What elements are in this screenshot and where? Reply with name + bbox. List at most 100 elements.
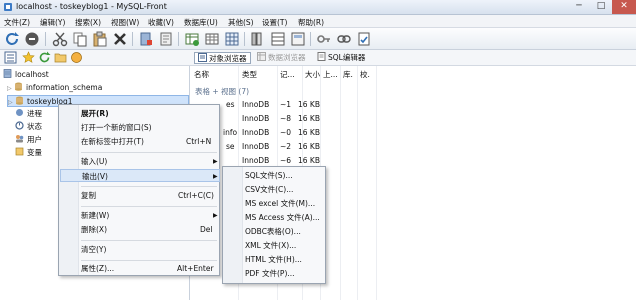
column-header-collation[interactable]: 校.	[360, 69, 370, 80]
tab-object-browser[interactable]: 对象浏览器	[194, 52, 251, 64]
tree-node-processes[interactable]: 进程	[15, 108, 42, 120]
menu-settings[interactable]: 设置(T)	[262, 17, 287, 28]
database-properties-icon[interactable]	[158, 31, 174, 47]
menu-item-label: HTML 文件(H)...	[245, 255, 302, 264]
menu-view[interactable]: 视图(W)	[111, 17, 139, 28]
table-row[interactable]: se InnoDB ~2 16 KB	[190, 142, 390, 154]
menu-help[interactable]: 帮助(R)	[298, 17, 324, 28]
group-header[interactable]: 表格 + 视图 (7)	[195, 86, 249, 97]
menu-item-export[interactable]: 输出(V) ▶	[60, 169, 220, 182]
tree-node-information-schema[interactable]: ▷ information_schema	[7, 82, 102, 94]
menu-item-label: 属性(Z)...	[81, 264, 115, 273]
folder-icon[interactable]	[54, 51, 67, 64]
close-button[interactable]: ✕	[612, 0, 636, 14]
expand-arrow-icon[interactable]: ▷	[8, 99, 15, 106]
link-icon[interactable]	[336, 31, 352, 47]
menu-item-new[interactable]: 新建(W) ▶	[60, 209, 220, 222]
expand-arrow-icon[interactable]: ▷	[7, 85, 14, 92]
export-pdf-file[interactable]: PDF 文件(P)...	[224, 267, 326, 280]
menu-item-label: 展开(R)	[81, 109, 109, 118]
hierarchy-icon[interactable]	[4, 51, 17, 64]
database-icon[interactable]	[138, 31, 154, 47]
favorite-icon[interactable]	[70, 51, 83, 64]
tree-node-label: 进程	[27, 109, 42, 118]
row-type: InnoDB	[242, 142, 270, 151]
menu-favorites[interactable]: 收藏(V)	[148, 17, 174, 28]
export-access-file[interactable]: MS Access 文件(A)...	[224, 211, 326, 224]
menu-separator	[81, 186, 217, 187]
rows-icon[interactable]	[270, 31, 286, 47]
menu-item-label: 复制	[81, 191, 96, 200]
table-add-icon[interactable]	[184, 31, 200, 47]
menu-item-label: 输出(V)	[82, 172, 108, 181]
copy-icon[interactable]	[72, 31, 88, 47]
menu-item-empty[interactable]: 清空(Y)	[60, 243, 220, 256]
menu-item-label: 打开一个新的窗口(S)	[81, 123, 152, 132]
tree-node-label: 状态	[27, 122, 42, 131]
column-header-engine[interactable]: 库.	[343, 69, 353, 80]
grid-icon[interactable]	[224, 31, 240, 47]
export-csv-file[interactable]: CSV文件(C)...	[224, 183, 326, 196]
export-html-file[interactable]: HTML 文件(H)...	[224, 253, 326, 266]
table-icon[interactable]	[204, 31, 220, 47]
table-row[interactable]: es InnoDB ~1 16 KB	[190, 100, 390, 112]
row-type: InnoDB	[242, 114, 270, 123]
server-icon	[3, 69, 12, 78]
menu-other[interactable]: 其他(S)	[228, 17, 254, 28]
refresh-icon[interactable]	[4, 31, 20, 47]
tree-node-label: information_schema	[26, 83, 103, 92]
column-header-type[interactable]: 类型	[242, 69, 257, 80]
menu-item-copy[interactable]: 复制 Ctrl+C(C)	[60, 189, 220, 202]
column-header-updated[interactable]: 上...	[323, 69, 338, 80]
menu-database[interactable]: 数据库(U)	[184, 17, 218, 28]
menu-item-properties[interactable]: 属性(Z)... Alt+Enter	[60, 262, 220, 275]
edit-icon[interactable]	[356, 31, 372, 47]
menu-item-import[interactable]: 输入(U) ▶	[60, 155, 220, 168]
tree-node-localhost[interactable]: localhost	[3, 69, 49, 81]
stop-icon[interactable]	[24, 31, 40, 47]
table-row[interactable]: info InnoDB ~0 16 KB	[190, 128, 390, 140]
menu-item-expand[interactable]: 展开(R)	[60, 107, 220, 120]
menu-item-open-new-tab[interactable]: 在新标签中打开(T) Ctrl+N	[60, 135, 220, 148]
table-row[interactable]: InnoDB ~8 16 KB	[190, 114, 390, 126]
tree-node-users[interactable]: 用户	[15, 134, 42, 146]
cut-icon[interactable]	[52, 31, 68, 47]
maximize-button[interactable]: □	[590, 0, 612, 14]
menu-item-open-new-window[interactable]: 打开一个新的窗口(S)	[60, 121, 220, 134]
tab-sql-editor[interactable]: SQL编辑器	[314, 52, 368, 64]
tab-label: 数据浏览器	[268, 53, 306, 62]
column-header-name[interactable]: 名称	[194, 69, 209, 80]
menu-item-label: 在新标签中打开(T)	[81, 137, 144, 146]
menu-item-label: PDF 文件(P)...	[245, 269, 295, 278]
menu-bar: 文件(Z) 编辑(Y) 搜索(X) 视图(W) 收藏(V) 数据库(U) 其他(…	[0, 15, 636, 28]
refresh-icon[interactable]	[38, 51, 51, 64]
tree-node-label: localhost	[15, 70, 49, 79]
menu-separator	[81, 240, 217, 241]
star-icon[interactable]	[22, 51, 35, 64]
minimize-button[interactable]: ─	[568, 0, 590, 14]
key-icon[interactable]	[316, 31, 332, 47]
toolbar-separator	[178, 32, 179, 46]
export-odbc-table[interactable]: ODBC表格(O)...	[224, 225, 326, 238]
column-header-records[interactable]: 记...	[280, 69, 295, 80]
tree-node-status[interactable]: 状态	[15, 121, 42, 133]
menu-item-delete[interactable]: 删除(X) Del	[60, 223, 220, 236]
tree-node-variables[interactable]: 变量	[15, 147, 42, 159]
form-icon[interactable]	[290, 31, 306, 47]
app-icon	[4, 3, 12, 11]
export-excel-file[interactable]: MS excel 文件(M)...	[224, 197, 326, 210]
column-header-size[interactable]: 大小	[305, 69, 320, 80]
paste-icon[interactable]	[92, 31, 108, 47]
export-xml-file[interactable]: XML 文件(X)...	[224, 239, 326, 252]
columns-icon[interactable]	[250, 31, 266, 47]
delete-icon[interactable]	[112, 31, 128, 47]
menu-search[interactable]: 搜索(X)	[75, 17, 101, 28]
submenu-arrow-icon: ▶	[213, 212, 218, 219]
tab-data-browser[interactable]: 数据浏览器	[254, 52, 309, 64]
menu-edit[interactable]: 编辑(Y)	[40, 17, 65, 28]
export-sql-file[interactable]: SQL文件(S)...	[224, 169, 326, 182]
row-records: ~6	[280, 156, 292, 165]
menu-item-shortcut: Del	[200, 225, 213, 234]
menu-item-shortcut: Alt+Enter	[177, 264, 214, 273]
menu-file[interactable]: 文件(Z)	[4, 17, 30, 28]
